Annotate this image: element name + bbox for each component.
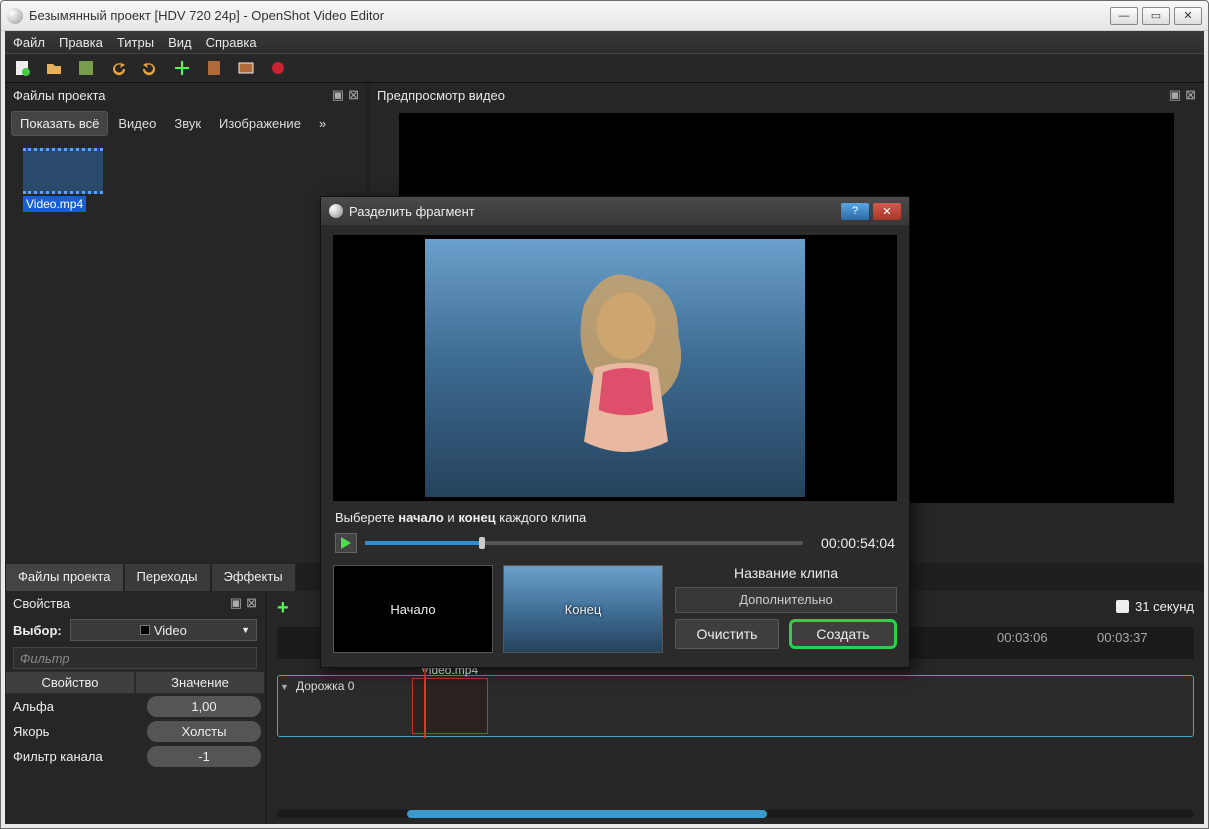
playhead[interactable] — [424, 658, 426, 738]
dialog-play-button[interactable] — [335, 533, 357, 553]
col-property: Свойство — [5, 671, 135, 694]
start-thumbnail[interactable]: Начало — [333, 565, 493, 653]
dialog-titlebar[interactable]: Разделить фрагмент ? ✕ — [321, 197, 909, 225]
timeline-track[interactable]: ▼ Дорожка 0 Video.mp4 — [277, 675, 1194, 737]
thumbnail-image — [23, 148, 103, 194]
dialog-preview-image — [425, 239, 805, 497]
track-name: Дорожка 0 — [296, 679, 354, 693]
filter-more[interactable]: » — [311, 112, 334, 135]
record-icon[interactable] — [269, 59, 287, 77]
undock-icon[interactable]: ▣ — [1169, 87, 1181, 103]
redo-icon[interactable] — [141, 59, 159, 77]
titlebar: Безымянный проект [HDV 720 24p] - OpenSh… — [1, 1, 1208, 31]
end-thumbnail[interactable]: Конец — [503, 565, 663, 653]
prop-value[interactable]: Холсты — [147, 721, 261, 742]
menu-file[interactable]: Файл — [13, 35, 45, 50]
menu-view[interactable]: Вид — [168, 35, 192, 50]
dialog-preview — [333, 235, 897, 501]
seconds-checkbox[interactable] — [1116, 600, 1129, 613]
menu-help[interactable]: Справка — [206, 35, 257, 50]
timeline-scrollbar[interactable] — [277, 810, 1194, 818]
advanced-button[interactable]: Дополнительно — [675, 587, 897, 613]
preview-title: Предпросмотр видео — [377, 88, 505, 103]
prop-name: Якорь — [5, 719, 143, 744]
new-project-icon[interactable] — [13, 59, 31, 77]
undock-icon[interactable]: ▣ — [230, 595, 242, 611]
dialog-timecode: 00:00:54:04 — [821, 535, 895, 551]
filter-all[interactable]: Показать всё — [11, 111, 108, 136]
split-dialog: Разделить фрагмент ? ✕ Выберете начало и… — [320, 196, 910, 668]
clear-button[interactable]: Очистить — [675, 619, 779, 649]
prop-value[interactable]: -1 — [147, 746, 261, 767]
dialog-icon — [329, 204, 343, 218]
lower-tabs: Файлы проекта Переходы Эффекты — [5, 563, 265, 591]
tab-effects[interactable]: Эффекты — [211, 563, 296, 591]
app-icon — [7, 8, 23, 24]
dialog-instructions: Выберете начало и конец каждого клипа — [333, 501, 897, 533]
close-pane-icon[interactable]: ⊠ — [246, 595, 257, 611]
choice-combo[interactable]: Video▼ — [70, 619, 257, 641]
menu-titles[interactable]: Титры — [117, 35, 154, 50]
layout-icon[interactable] — [237, 59, 255, 77]
minimize-button[interactable]: — — [1110, 7, 1138, 25]
save-project-icon[interactable] — [77, 59, 95, 77]
maximize-button[interactable]: ▭ — [1142, 7, 1170, 25]
film-icon[interactable] — [205, 59, 223, 77]
tab-transitions[interactable]: Переходы — [124, 563, 211, 591]
file-thumbnail[interactable]: Video.mp4 — [23, 148, 103, 212]
track-collapse-icon[interactable]: ▼ — [280, 682, 289, 692]
close-button[interactable]: ✕ — [1174, 7, 1202, 25]
filter-image[interactable]: Изображение — [211, 112, 309, 135]
menubar: Файл Правка Титры Вид Справка — [5, 31, 1204, 53]
prop-name: Фильтр канала — [5, 744, 143, 769]
dialog-help-button[interactable]: ? — [841, 203, 869, 220]
filter-audio[interactable]: Звук — [166, 112, 209, 135]
window-title: Безымянный проект [HDV 720 24p] - OpenSh… — [29, 8, 384, 23]
toolbar — [5, 53, 1204, 83]
dialog-title: Разделить фрагмент — [349, 204, 475, 219]
undo-icon[interactable] — [109, 59, 127, 77]
close-pane-icon[interactable]: ⊠ — [348, 87, 359, 103]
filter-video[interactable]: Видео — [110, 112, 164, 135]
properties-title: Свойства — [13, 596, 70, 611]
timeline-seconds: 31 секунд — [1116, 599, 1194, 614]
menu-edit[interactable]: Правка — [59, 35, 103, 50]
add-icon[interactable] — [173, 59, 191, 77]
filter-input[interactable]: Фильтр — [13, 647, 257, 669]
person-figure — [521, 263, 731, 473]
close-pane-icon[interactable]: ⊠ — [1185, 87, 1196, 103]
prop-value[interactable]: 1,00 — [147, 696, 261, 717]
col-value: Значение — [135, 671, 265, 694]
choice-label: Выбор: — [13, 623, 62, 638]
properties-pane: Свойства ▣⊠ Выбор: Video▼ Фильтр Свойство… — [5, 591, 265, 824]
prop-name: Альфа — [5, 694, 143, 719]
tab-project-files[interactable]: Файлы проекта — [5, 563, 124, 591]
project-files-title: Файлы проекта — [13, 88, 106, 103]
file-name: Video.mp4 — [23, 196, 86, 212]
add-track-icon[interactable]: + — [277, 597, 289, 620]
dialog-close-button[interactable]: ✕ — [873, 203, 901, 220]
create-button[interactable]: Создать — [789, 619, 897, 649]
open-project-icon[interactable] — [45, 59, 63, 77]
undock-icon[interactable]: ▣ — [332, 87, 344, 103]
dialog-slider[interactable] — [365, 541, 803, 545]
clip-name-label: Название клипа — [675, 565, 897, 581]
project-files-pane: Файлы проекта▣⊠ Показать всё Видео Звук … — [5, 83, 367, 563]
